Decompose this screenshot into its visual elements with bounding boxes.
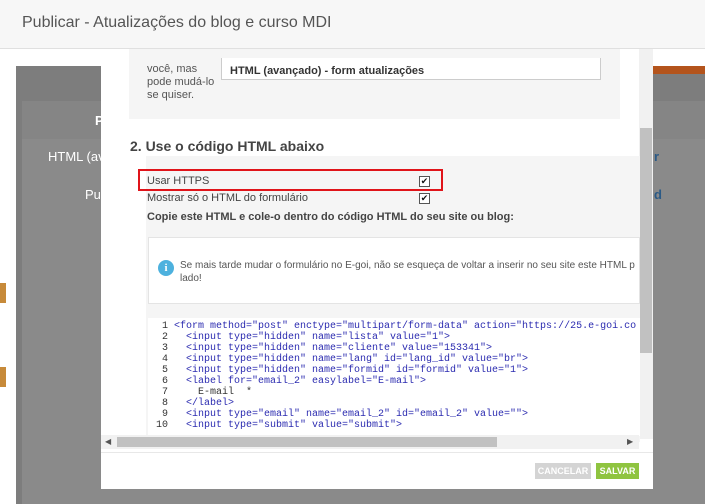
scroll-right-icon[interactable]: ▶ (627, 437, 633, 446)
code-line: E-mail * (174, 387, 253, 398)
show-form-only-checkbox[interactable]: ✔ (419, 193, 430, 204)
code-line: <input type="hidden" name="lang" id="lan… (174, 354, 529, 365)
form-select-value: HTML (avançado) - form atualizações (230, 65, 425, 77)
code-line: <input type="hidden" name="cliente" valu… (174, 343, 493, 354)
code-line: <input type="hidden" name="formid" id="f… (174, 365, 529, 376)
code-line: <input type="submit" value="submit"> (174, 420, 403, 431)
code-line-number: 4 (161, 354, 168, 365)
code-line-number: 7 (161, 387, 168, 398)
save-button[interactable]: SALVAR (596, 463, 639, 479)
highlight-box (138, 169, 443, 191)
code-line: <input type="hidden" name="lista" value=… (174, 332, 451, 343)
modal-scrollbar-thumb[interactable] (640, 128, 652, 353)
code-line-number: 10 (155, 420, 168, 431)
info-text: Se mais tarde mudar o formulário no E-go… (180, 260, 635, 284)
code-line-number: 9 (161, 409, 168, 420)
code-line-number: 3 (161, 343, 168, 354)
background-side-marker (0, 367, 6, 387)
show-form-only-label: Mostrar só o HTML do formulário (147, 192, 308, 204)
cancel-button[interactable]: CANCELAR (535, 463, 591, 479)
code-line-number: 2 (161, 332, 168, 343)
code-line-number: 6 (161, 376, 168, 387)
form-select-note: você, mas pode mudá-lo se quiser. (147, 63, 215, 101)
info-icon: i (158, 260, 174, 276)
code-line-number: 5 (161, 365, 168, 376)
scroll-left-icon[interactable]: ◀ (105, 437, 111, 446)
background-row2-link: d (654, 187, 662, 202)
background-row2-text: Pu (85, 187, 101, 202)
code-line: <label for="email_2" easylabel="E-mail"> (174, 376, 427, 387)
code-line-number: 1 (161, 321, 168, 332)
background-row1-link: r (654, 149, 660, 164)
window-header: Publicar - Atualizações do blog e curso … (0, 0, 705, 49)
background-row1-text: HTML (av (48, 149, 105, 164)
section-title: 2. Use o código HTML abaixo (130, 138, 325, 154)
code-line-number: 8 (161, 398, 168, 409)
code-line: <form method="post" enctype="multipart/f… (174, 321, 637, 332)
background-side-marker (0, 283, 6, 303)
copy-instruction: Copie este HTML e cole-o dentro do códig… (147, 211, 514, 223)
code-scrollbar-thumb[interactable] (117, 437, 497, 447)
window-title: Publicar - Atualizações do blog e curso … (22, 14, 332, 31)
code-line: </label> (174, 398, 235, 409)
code-line: <input type="email" name="email_2" id="e… (174, 409, 529, 420)
modal-footer-divider (101, 452, 653, 453)
